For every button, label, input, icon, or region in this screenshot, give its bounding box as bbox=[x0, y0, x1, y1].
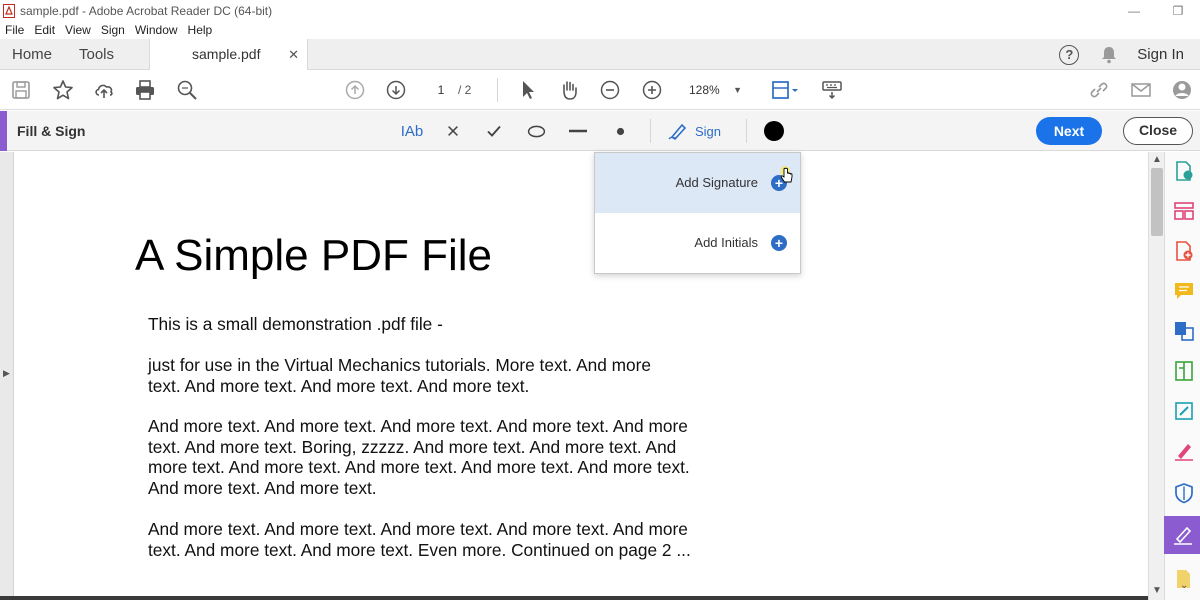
panel-scroll-down-icon[interactable]: ⌄ bbox=[1180, 580, 1188, 591]
page-number-input[interactable]: 1 bbox=[428, 79, 454, 101]
restore-button[interactable]: ❐ bbox=[1156, 0, 1200, 22]
minimize-button[interactable]: — bbox=[1112, 0, 1156, 22]
cross-icon bbox=[448, 126, 458, 136]
protect-shield-icon[interactable] bbox=[1173, 482, 1195, 504]
create-pdf-icon[interactable] bbox=[1173, 240, 1195, 262]
scroll-down-icon[interactable]: ▼ bbox=[1152, 585, 1162, 596]
fill-sign-title: Fill & Sign bbox=[17, 123, 86, 139]
zoom-in-icon[interactable] bbox=[640, 78, 664, 102]
organize-pages-icon[interactable] bbox=[1173, 200, 1195, 222]
hand-cursor-icon bbox=[780, 166, 793, 183]
combine-files-icon[interactable] bbox=[1173, 320, 1195, 342]
zoom-select[interactable]: 128% ▼ bbox=[678, 79, 748, 101]
pdf-paragraph: just for use in the Virtual Mechanics tu… bbox=[148, 355, 651, 396]
menu-window[interactable]: Window bbox=[130, 22, 183, 39]
check-mark-tool[interactable] bbox=[484, 119, 504, 143]
pen-sign-icon bbox=[668, 123, 687, 141]
fill-sign-divider-2 bbox=[746, 119, 747, 143]
add-text-tool[interactable]: IAb bbox=[398, 119, 426, 143]
pdf-paragraph: And more text. And more text. And more t… bbox=[148, 519, 691, 560]
page-view-icon[interactable] bbox=[768, 78, 802, 102]
dot-tool[interactable] bbox=[610, 119, 630, 143]
search-zoom-icon[interactable] bbox=[175, 78, 199, 102]
chevron-down-icon: ▼ bbox=[733, 85, 742, 95]
cloud-upload-icon[interactable] bbox=[92, 78, 116, 102]
fill-sign-active-tool[interactable] bbox=[1164, 516, 1200, 554]
tab-document[interactable]: sample.pdf ✕ bbox=[149, 39, 308, 70]
plus-circle-icon: + bbox=[771, 235, 787, 251]
pdf-paragraph: And more text. And more text. And more t… bbox=[148, 416, 690, 498]
checkmark-icon bbox=[487, 125, 501, 137]
bottom-edge bbox=[0, 596, 1148, 600]
keyboard-icon[interactable] bbox=[820, 78, 844, 102]
signature-pen-icon bbox=[1174, 526, 1192, 545]
next-button[interactable]: Next bbox=[1036, 117, 1102, 145]
menu-view[interactable]: View bbox=[60, 22, 96, 39]
menu-edit[interactable]: Edit bbox=[29, 22, 60, 39]
add-initials-item[interactable]: Add Initials + bbox=[595, 213, 800, 273]
ellipse-icon bbox=[527, 125, 545, 137]
tab-home[interactable]: Home bbox=[12, 39, 52, 70]
sign-button-label: Sign bbox=[695, 123, 722, 139]
email-icon[interactable] bbox=[1129, 78, 1153, 102]
fill-sign-divider bbox=[650, 119, 651, 143]
color-picker[interactable] bbox=[764, 121, 784, 141]
sign-dropdown-menu: Add Signature + Add Initials + bbox=[594, 152, 801, 274]
menu-file[interactable]: File bbox=[0, 22, 29, 39]
menu-bar: File Edit View Sign Window Help bbox=[0, 22, 1200, 39]
share-link-icon[interactable] bbox=[1087, 78, 1111, 102]
add-signature-item[interactable]: Add Signature + bbox=[595, 153, 800, 213]
menu-help[interactable]: Help bbox=[183, 22, 218, 39]
select-cursor-icon[interactable] bbox=[516, 78, 540, 102]
comment-icon[interactable] bbox=[1173, 280, 1195, 302]
title-bar: sample.pdf - Adobe Acrobat Reader DC (64… bbox=[0, 0, 1200, 22]
close-button[interactable]: Close bbox=[1123, 117, 1193, 145]
user-share-icon[interactable] bbox=[1170, 78, 1194, 102]
bell-icon[interactable] bbox=[1099, 45, 1119, 65]
zoom-out-icon[interactable] bbox=[598, 78, 622, 102]
menu-sign[interactable]: Sign bbox=[96, 22, 130, 39]
pdf-paragraph: This is a small demonstration .pdf file … bbox=[148, 314, 443, 334]
fill-sign-accent bbox=[0, 111, 7, 151]
add-initials-label: Add Initials bbox=[694, 235, 758, 250]
add-signature-label: Add Signature bbox=[675, 175, 758, 190]
previous-page-icon[interactable] bbox=[343, 78, 367, 102]
cross-mark-tool[interactable] bbox=[443, 119, 463, 143]
sign-in-link[interactable]: Sign In bbox=[1137, 46, 1184, 63]
left-panel-toggle[interactable]: ▶ bbox=[0, 152, 14, 600]
hand-tool-icon[interactable] bbox=[557, 78, 581, 102]
sign-button[interactable]: Sign bbox=[668, 119, 721, 143]
tab-tools[interactable]: Tools bbox=[79, 39, 114, 70]
window-title: sample.pdf - Adobe Acrobat Reader DC (64… bbox=[20, 4, 273, 18]
print-icon[interactable] bbox=[133, 78, 157, 102]
compress-pdf-icon[interactable] bbox=[1173, 360, 1195, 382]
scrollbar-thumb[interactable] bbox=[1151, 168, 1163, 236]
fill-sign-pen-icon[interactable] bbox=[1173, 440, 1195, 462]
vertical-scrollbar[interactable]: ▲ ▼ bbox=[1148, 152, 1164, 600]
help-icon[interactable]: ? bbox=[1059, 44, 1080, 65]
main-toolbar: 1 / 2 128% ▼ bbox=[0, 70, 1200, 110]
dot-icon bbox=[616, 127, 624, 135]
tab-document-label: sample.pdf bbox=[192, 46, 261, 62]
tab-bar: Home Tools sample.pdf ✕ ? Sign In bbox=[0, 39, 1200, 70]
toolbar-divider bbox=[497, 78, 498, 102]
page-total: / 2 bbox=[458, 83, 472, 97]
fill-sign-toolbar: Fill & Sign IAb Sign Next Close bbox=[0, 111, 1200, 151]
zoom-value: 128% bbox=[689, 83, 720, 97]
acrobat-logo-icon bbox=[3, 4, 15, 18]
chevron-right-icon: ▶ bbox=[3, 368, 10, 378]
star-icon[interactable] bbox=[51, 78, 75, 102]
export-pdf-icon[interactable] bbox=[1173, 160, 1195, 182]
edit-pdf-icon[interactable] bbox=[1173, 400, 1195, 422]
line-tool[interactable] bbox=[567, 119, 589, 143]
next-page-icon[interactable] bbox=[384, 78, 408, 102]
scroll-up-icon[interactable]: ▲ bbox=[1152, 154, 1162, 165]
ellipse-tool[interactable] bbox=[525, 119, 547, 143]
pdf-title: A Simple PDF File bbox=[135, 231, 492, 280]
line-icon bbox=[569, 129, 587, 133]
text-tool-label: IAb bbox=[400, 122, 424, 140]
save-icon[interactable] bbox=[9, 78, 33, 102]
close-tab-icon[interactable]: ✕ bbox=[288, 39, 299, 70]
